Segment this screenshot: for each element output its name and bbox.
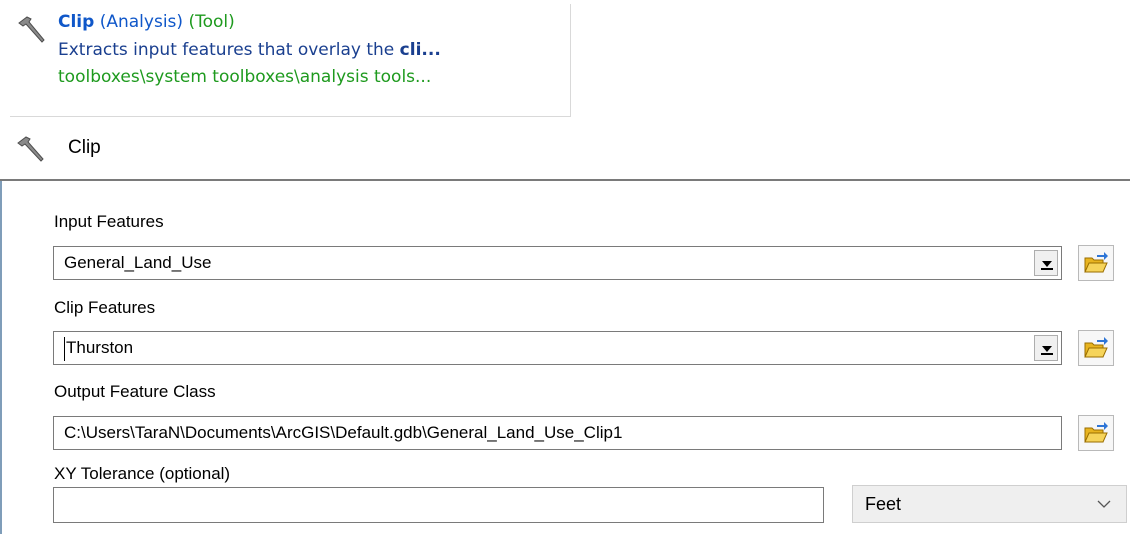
input-features-value: General_Land_Use (64, 253, 212, 272)
clip-features-browse-button[interactable] (1078, 330, 1114, 366)
dropdown-arrow-icon[interactable] (1034, 335, 1058, 361)
result-description-highlight: cli... (399, 40, 441, 60)
clip-features-value: Thurston (66, 338, 134, 357)
output-feature-class-browse-button[interactable] (1078, 415, 1114, 451)
input-features-browse-button[interactable] (1078, 245, 1114, 281)
result-kind: (Tool) (188, 12, 235, 32)
dialog-title-bar: Clip (0, 117, 1130, 181)
open-folder-icon (1084, 422, 1108, 443)
open-folder-icon (1084, 337, 1108, 358)
result-description: Extracts input features that overlay the… (58, 40, 441, 60)
dialog-body: Input Features General_Land_Use Clip Fea… (0, 181, 1130, 534)
clip-features-combobox[interactable]: Thurston (53, 331, 1062, 365)
result-title: Clip (Analysis) (Tool) (58, 12, 235, 32)
xy-tolerance-input[interactable] (53, 487, 824, 523)
xy-tolerance-unit-select[interactable]: Feet (852, 485, 1127, 523)
output-feature-class-label: Output Feature Class (54, 382, 216, 401)
open-folder-icon (1084, 252, 1108, 273)
result-tool-name[interactable]: Clip (58, 12, 94, 32)
output-feature-class-input[interactable]: C:\Users\TaraN\Documents\ArcGIS\Default.… (53, 416, 1062, 450)
input-features-combobox[interactable]: General_Land_Use (53, 246, 1062, 280)
hammer-icon (17, 136, 44, 162)
output-feature-class-value: C:\Users\TaraN\Documents\ArcGIS\Default.… (64, 423, 623, 442)
result-path: toolboxes\system toolboxes\analysis tool… (58, 67, 432, 87)
hammer-icon (18, 16, 45, 43)
chevron-down-icon (1097, 500, 1111, 508)
search-result-item[interactable]: Clip (Analysis) (Tool) Extracts input fe… (10, 4, 571, 117)
input-features-label: Input Features (54, 212, 164, 231)
clip-features-label: Clip Features (54, 298, 156, 317)
dialog-title: Clip (68, 137, 101, 158)
xy-tolerance-label: XY Tolerance (optional) (54, 464, 231, 483)
result-toolbox: (Analysis) (99, 12, 184, 32)
dropdown-arrow-icon[interactable] (1034, 250, 1058, 276)
xy-tolerance-unit-value: Feet (865, 494, 902, 514)
text-caret (64, 337, 65, 361)
